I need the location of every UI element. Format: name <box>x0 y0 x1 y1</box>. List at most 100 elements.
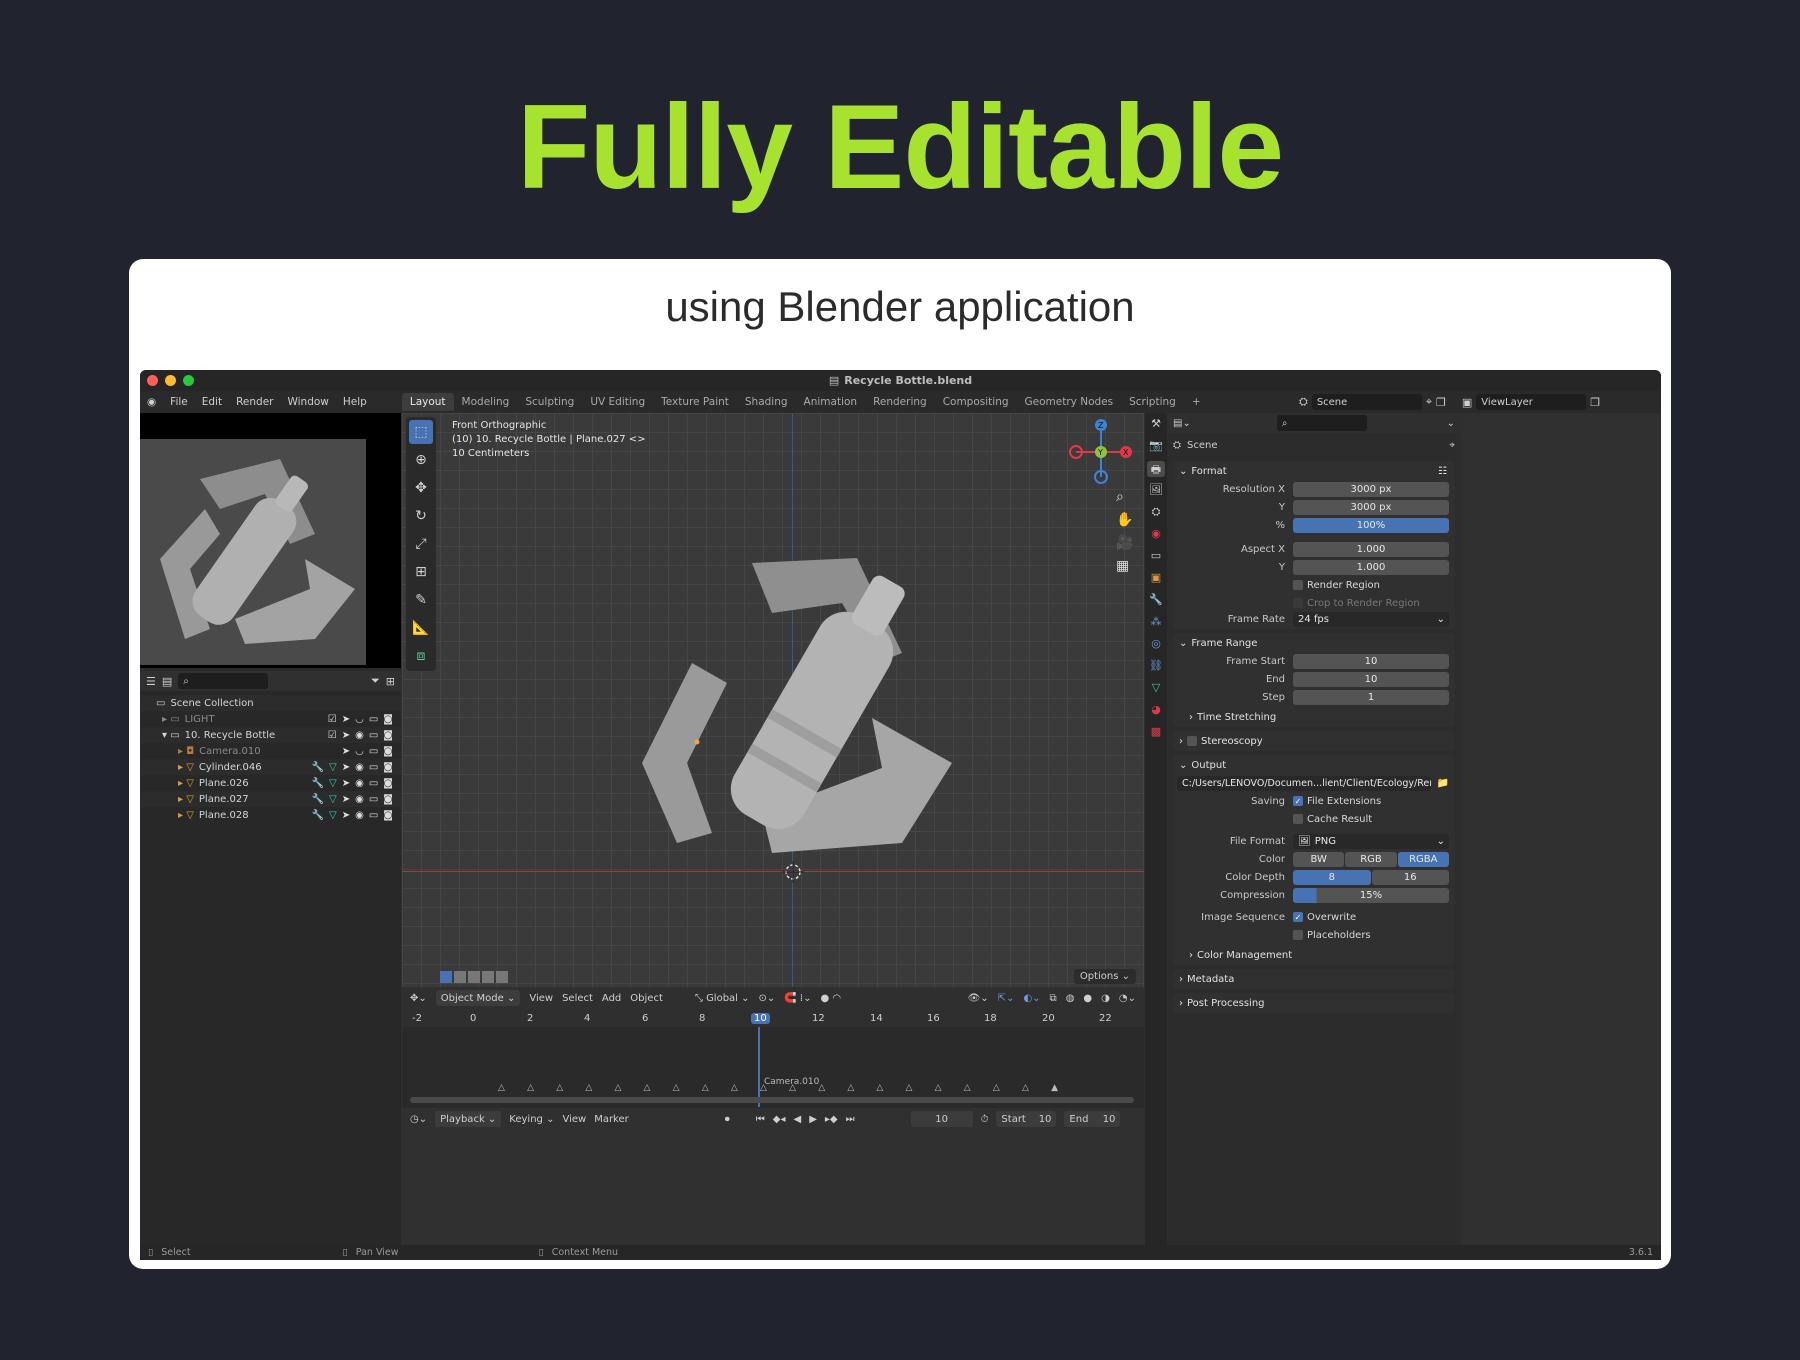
properties-search-input[interactable]: ⌕ <box>1276 415 1367 431</box>
zoom-icon[interactable]: ⌕ <box>1116 489 1133 505</box>
menu-render[interactable]: Render <box>229 396 280 408</box>
placeholders-checkbox[interactable]: Placeholders <box>1293 930 1371 941</box>
3d-cursor-icon[interactable] <box>782 861 804 883</box>
tab-uv-editing[interactable]: UV Editing <box>582 393 653 411</box>
cache-result-checkbox[interactable]: Cache Result <box>1293 814 1372 825</box>
xray-icon[interactable]: ⧉ <box>1050 993 1057 1004</box>
playback-menu[interactable]: Playback ⌄ <box>435 1111 502 1127</box>
texture-tab-icon[interactable]: ▩ <box>1147 725 1165 741</box>
color-rgb-button[interactable]: RGB <box>1345 851 1397 867</box>
ortho-grid-icon[interactable]: ▦ <box>1116 558 1133 574</box>
mode-subtract-icon[interactable] <box>468 971 480 983</box>
copy-viewlayer-icon[interactable]: ❐ <box>1590 396 1600 409</box>
eye-icon[interactable]: ◉ <box>355 762 364 773</box>
render-tab-icon[interactable]: 📷 <box>1147 439 1165 455</box>
viewport-icon[interactable]: ▭ <box>369 762 378 773</box>
eye-icon[interactable]: ◉ <box>355 794 364 805</box>
move-tool-icon[interactable]: ✥ <box>409 476 433 500</box>
mode-new-icon[interactable] <box>440 971 452 983</box>
cursor-tool-icon[interactable]: ⊕ <box>409 448 433 472</box>
viewport-icon[interactable]: ▭ <box>369 810 378 821</box>
resolution-x-field[interactable]: 3000 px <box>1293 481 1449 497</box>
material-tab-icon[interactable]: ◕ <box>1147 703 1165 719</box>
menu-select[interactable]: Select <box>562 993 593 1004</box>
editor-type-icon[interactable]: ☰ <box>146 675 156 688</box>
minimize-window-button[interactable] <box>165 375 176 386</box>
outliner-row-plane-026[interactable]: ▸ ▽ Plane.026 🔧 ▽ ➤ ◉ ▭ ◙ <box>140 775 401 791</box>
outliner-row-cylinder[interactable]: ▸ ▽ Cylinder.046 🔧 ▽ ➤ ◉ ▭ ◙ <box>140 759 401 775</box>
scale-tool-icon[interactable]: ⤢ <box>409 532 433 556</box>
tab-scripting[interactable]: Scripting <box>1121 393 1184 411</box>
current-frame-indicator[interactable]: 10 <box>751 1012 770 1024</box>
presets-icon[interactable]: ☷ <box>1438 466 1447 477</box>
menu-help[interactable]: Help <box>336 396 374 408</box>
annotate-tool-icon[interactable]: ✎ <box>409 588 433 612</box>
orientation-dropdown[interactable]: ⤡ Global ⌄ <box>695 993 750 1004</box>
eye-icon[interactable]: ◉ <box>355 778 364 789</box>
color-depth-16-button[interactable]: 16 <box>1371 869 1449 885</box>
render-icon[interactable]: ◙ <box>383 746 393 757</box>
select-box-tool-icon[interactable]: ⬚ <box>409 420 433 444</box>
snap-icon[interactable]: 🧲 ⁞⌄ <box>784 993 811 1004</box>
transform-tool-icon[interactable]: ⊞ <box>409 560 433 584</box>
shading-rendered-icon[interactable]: ◔⌄ <box>1119 993 1136 1004</box>
camera-marker[interactable]: Camera.010 <box>764 1077 819 1087</box>
start-frame-field[interactable]: Start 10 <box>996 1111 1057 1127</box>
outliner-row-recycle-bottle[interactable]: ▾ ▭ 10. Recycle Bottle ☑ ➤ ◉ ▭ ◙ <box>140 727 401 743</box>
play-icon[interactable]: ▶ <box>809 1114 817 1125</box>
mode-invert-icon[interactable] <box>482 971 494 983</box>
viewport-icon[interactable]: ▭ <box>369 730 378 741</box>
pin-icon[interactable]: ⌖ <box>1449 440 1455 451</box>
outliner-row-scene-collection[interactable]: ▭ Scene Collection <box>140 695 401 711</box>
render-region-checkbox[interactable]: Render Region <box>1293 580 1380 591</box>
tab-modeling[interactable]: Modeling <box>454 393 518 411</box>
options-dropdown-icon[interactable]: ⌄ <box>1447 418 1455 429</box>
outliner-row-light[interactable]: ▸ ▭ LIGHT ☑ ➤ ◡ ▭ ◙ <box>140 711 401 727</box>
3d-viewport[interactable]: ⬚ ⊕ ✥ ↻ ⤢ ⊞ ✎ 📐 ⧈ Front Orthographic (10… <box>402 413 1144 1009</box>
select-icon[interactable]: ➤ <box>342 730 350 741</box>
editor-type-icon[interactable]: ✥⌄ <box>410 993 427 1004</box>
menu-object[interactable]: Object <box>630 993 663 1004</box>
object-tab-icon[interactable]: ▣ <box>1147 571 1165 587</box>
metadata-header[interactable]: › Metadata <box>1173 969 1455 989</box>
output-tab-icon[interactable]: 🖶 <box>1147 461 1165 477</box>
physics-tab-icon[interactable]: ◎ <box>1147 637 1165 653</box>
selection-mode-buttons[interactable] <box>440 971 508 983</box>
select-icon[interactable]: ➤ <box>342 778 350 789</box>
menu-marker[interactable]: Marker <box>594 1114 629 1125</box>
current-frame-field[interactable]: 10 <box>910 1111 973 1127</box>
playhead[interactable] <box>758 1027 760 1107</box>
viewport-icon[interactable]: ▭ <box>369 778 378 789</box>
add-cube-tool-icon[interactable]: ⧈ <box>409 644 433 668</box>
pan-hand-icon[interactable]: ✋ <box>1116 512 1133 528</box>
pin-icon[interactable]: ⌖ <box>1426 395 1432 409</box>
mode-extend-icon[interactable] <box>454 971 466 983</box>
overlay-icon[interactable]: ◐⌄ <box>1023 993 1040 1004</box>
render-icon[interactable]: ◙ <box>383 714 393 725</box>
next-key-icon[interactable]: ▸◆ <box>825 1114 838 1125</box>
options-button[interactable]: Options ⌄ <box>1073 969 1136 984</box>
render-icon[interactable]: ◙ <box>383 810 393 821</box>
frame-step-field[interactable]: 1 <box>1293 689 1449 705</box>
stereoscopy-header[interactable]: › Stereoscopy <box>1173 731 1455 751</box>
outliner-search-input[interactable]: ⌕ <box>178 673 269 689</box>
select-icon[interactable]: ➤ <box>342 810 350 821</box>
output-header[interactable]: ⌄ Output <box>1173 755 1455 775</box>
prev-key-icon[interactable]: ◆◂ <box>773 1114 786 1125</box>
select-icon[interactable]: ➤ <box>342 794 350 805</box>
tab-shading[interactable]: Shading <box>737 393 796 411</box>
outliner-row-plane-027[interactable]: ▸ ▽ Plane.027 🔧 ▽ ➤ ◉ ▭ ◙ <box>140 791 401 807</box>
compression-slider[interactable]: 15% <box>1293 887 1449 903</box>
data-tab-icon[interactable]: ▽ <box>1147 681 1165 697</box>
outliner-row-plane-028[interactable]: ▸ ▽ Plane.028 🔧 ▽ ➤ ◉ ▭ ◙ <box>140 807 401 823</box>
record-icon[interactable]: ⏺ <box>725 1114 730 1125</box>
shading-material-icon[interactable]: ◑ <box>1101 993 1110 1004</box>
viewlayer-field[interactable]: ViewLayer <box>1476 394 1587 410</box>
proportional-icon[interactable]: ● ◠ <box>820 993 841 1004</box>
measure-tool-icon[interactable]: 📐 <box>409 616 433 640</box>
select-icon[interactable]: ➤ <box>342 762 350 773</box>
select-icon[interactable]: ➤ <box>342 746 350 757</box>
shading-wireframe-icon[interactable]: ◍ <box>1066 993 1075 1004</box>
tab-animation[interactable]: Animation <box>796 393 866 411</box>
checkbox-icon[interactable] <box>1187 736 1197 746</box>
